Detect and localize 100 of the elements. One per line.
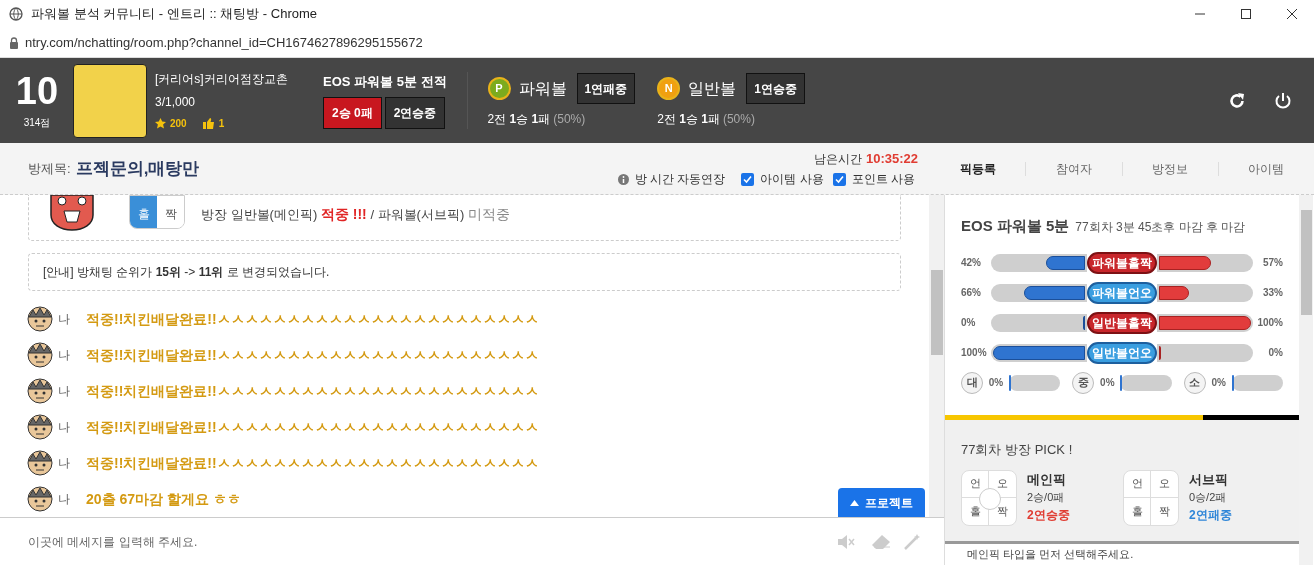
percent-text: 0% <box>1267 346 1283 360</box>
thumbs-up-icon <box>202 118 215 129</box>
ball-coin: P <box>487 77 511 100</box>
avatar-icon <box>27 378 53 404</box>
rank-number: 10 <box>15 71 59 111</box>
pick-record: 0승/2패 <box>1189 490 1228 505</box>
room-title: 프젝문의,매탕만 <box>75 157 200 180</box>
pick-option: 홀 <box>130 196 157 228</box>
room-name: [커리어s]커리어점장교촌 <box>155 71 289 88</box>
pick-cell-text: 짝 <box>1158 503 1171 519</box>
scrollbar[interactable] <box>929 195 944 517</box>
pick-streak: 2연승중 <box>1027 506 1070 524</box>
chat-message: 적중!!치킨배달완료!!ㅅㅅㅅㅅㅅㅅㅅㅅㅅㅅㅅㅅㅅㅅㅅㅅㅅㅅㅅㅅㅅㅅㅅ <box>86 381 539 401</box>
side-tab[interactable]: 참여자 <box>1026 159 1122 178</box>
streak-badge: 1연패중 <box>576 73 636 104</box>
pick-grid[interactable]: 언 오 홀 짝 <box>961 469 1017 526</box>
refresh-icon[interactable] <box>1228 91 1246 110</box>
side-tab[interactable]: 픽등록 <box>930 159 1026 178</box>
option-label: 아이템 사용 <box>760 171 824 189</box>
maximize-icon[interactable] <box>1240 8 1252 20</box>
power-icon[interactable] <box>1274 91 1292 110</box>
sender-name: 나 <box>58 383 71 400</box>
sender-name: 나 <box>58 347 71 364</box>
pick-cell-text: 짝 <box>996 503 1009 519</box>
percent-text: 57% <box>1262 256 1283 270</box>
pick-title: 77회차 방장 PICK ! <box>961 441 1074 459</box>
streak-badge: 1연승중 <box>746 73 805 104</box>
percent-text: 33% <box>1262 286 1283 300</box>
avatar-icon <box>27 414 53 440</box>
stats-subtitle: 77회차 3분 45초후 마감 후 마감 <box>1075 219 1246 236</box>
sender-name: 나 <box>58 419 71 436</box>
chat-message: 적중!!치킨배달완료!!ㅅㅅㅅㅅㅅㅅㅅㅅㅅㅅㅅㅅㅅㅅㅅㅅㅅㅅㅅㅅㅅㅅㅅ <box>86 453 539 473</box>
globe-icon <box>9 7 23 21</box>
chat-message: 적중!!치킨배달완료!!ㅅㅅㅅㅅㅅㅅㅅㅅㅅㅅㅅㅅㅅㅅㅅㅅㅅㅅㅅㅅㅅㅅㅅ <box>86 417 539 437</box>
message-input[interactable]: 이곳에 메세지를 입력해 주세요. <box>28 532 838 551</box>
size-letter: 대 <box>961 371 983 394</box>
win-rate: (50%) <box>722 111 755 128</box>
percent-text: 100% <box>1256 316 1283 330</box>
win-rate: (50%) <box>553 111 586 128</box>
pick-name: 서브픽 <box>1189 470 1229 489</box>
pick-name: 메인픽 <box>1027 470 1067 489</box>
sender-name: 나 <box>58 491 71 508</box>
room-title-label: 방제목: <box>28 159 71 178</box>
sender-name: 나 <box>58 311 71 328</box>
stats-title: EOS 파워볼 5분 <box>961 216 1070 236</box>
option-label: 포인트 사용 <box>851 171 915 189</box>
url-text[interactable]: ntry.com/nchatting/room.php?channel_id=CH1674627896295155672 <box>25 32 423 53</box>
streak-badge: 2연승중 <box>384 97 446 130</box>
percent-text: 0% <box>987 376 1005 390</box>
percent-text: 0% <box>1210 376 1227 390</box>
window-title: 파워볼 분석 커뮤니티 - 엔트리 :: 채팅방 - Chrome <box>31 5 318 24</box>
side-tab[interactable]: 아이템 <box>1218 159 1314 178</box>
checkbox[interactable] <box>832 172 846 186</box>
bet-type-badge: 파워볼홀짝 <box>1087 251 1157 274</box>
percent-text: 0% <box>961 316 977 330</box>
ball-coin: N <box>657 77 681 100</box>
auto-extend-label: 방 시간 자동연장 <box>634 171 726 189</box>
caret-up-icon <box>850 499 859 506</box>
size-letter: 중 <box>1072 371 1095 394</box>
pick-grid[interactable]: 언 오 홀 짝 <box>1123 469 1179 526</box>
side-tab[interactable]: 방정보 <box>1122 159 1218 178</box>
project-button[interactable]: 프로젝트 <box>838 488 925 517</box>
avatar-icon <box>27 450 53 476</box>
info-icon <box>617 173 629 185</box>
chat-message: 적중!!치킨배달완료!!ㅅㅅㅅㅅㅅㅅㅅㅅㅅㅅㅅㅅㅅㅅㅅㅅㅅㅅㅅㅅㅅㅅㅅ <box>86 309 539 329</box>
notice-message: [안내] 방채팅 순위가 15위 -> 11위 로 변경되었습니다. <box>28 253 901 291</box>
record-title: EOS 파워볼 5분 전적 <box>323 72 447 91</box>
lock-icon <box>9 36 19 49</box>
avatar-icon <box>27 342 53 368</box>
chat-message: 적중!!치킨배달완료!!ㅅㅅㅅㅅㅅㅅㅅㅅㅅㅅㅅㅅㅅㅅㅅㅅㅅㅅㅅㅅㅅㅅㅅ <box>86 345 539 365</box>
record-summary: 2전 1승 1패 <box>487 111 551 128</box>
percent-text: 66% <box>961 286 982 300</box>
pick-streak: 2연패중 <box>1189 506 1232 524</box>
ball-name: 일반볼 <box>688 78 737 99</box>
avatar-icon <box>27 486 53 512</box>
chat-message: 20출 67마감 할게요 ㅎㅎ <box>86 489 241 509</box>
pick-cell: 언 <box>1124 470 1151 498</box>
points-text: 314점 <box>23 116 51 130</box>
percent-text: 42% <box>961 256 982 270</box>
remaining-time-label: 남은시간 <box>813 150 862 168</box>
percent-text: 0% <box>1099 376 1116 390</box>
pick-cell: 홀 <box>1124 497 1151 525</box>
score-badge: 2승 0패 <box>323 97 382 130</box>
avatar-icon <box>27 306 53 332</box>
ball-name: 파워볼 <box>518 78 567 99</box>
pick-record: 2승/0패 <box>1027 490 1066 505</box>
bet-type-badge: 파워볼언오 <box>1087 281 1157 304</box>
pick-cell: 오 <box>1151 470 1178 498</box>
scrollbar[interactable] <box>1299 195 1313 565</box>
sender-name: 나 <box>58 455 71 472</box>
percent-text: 100% <box>961 346 988 360</box>
size-letter: 소 <box>1183 371 1206 394</box>
record-summary: 2전 1승 1패 <box>657 111 720 128</box>
like-count: 1 <box>218 117 225 131</box>
checkbox[interactable] <box>741 172 755 186</box>
member-count: 3/1,000 <box>155 94 197 111</box>
close-icon[interactable] <box>1286 8 1298 20</box>
star-count: 200 <box>170 117 187 131</box>
result-text: 방장 일반볼(메인픽) 적중 !!! / 파워볼(서브픽) 미적중 <box>201 205 510 224</box>
bet-type-badge: 일반볼홀짝 <box>1087 311 1157 334</box>
